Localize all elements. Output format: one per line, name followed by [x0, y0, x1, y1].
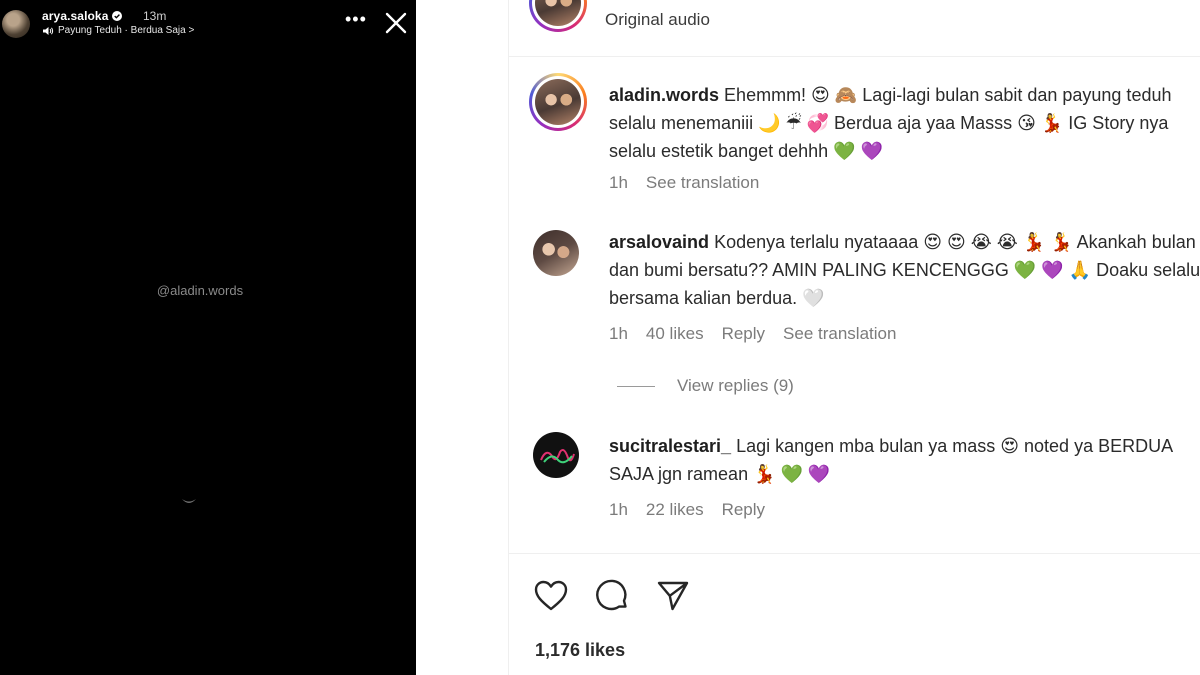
- story-avatar[interactable]: [2, 10, 30, 38]
- comment-likes[interactable]: 40 likes: [646, 324, 704, 344]
- speaker-icon: [43, 26, 54, 35]
- comment-text-block: arsalovaind Kodenya terlalu nyataaaa 😍 😍…: [609, 228, 1200, 312]
- reply-button[interactable]: Reply: [722, 500, 765, 520]
- crescent-moon-icon: [182, 499, 196, 503]
- comment-time: 1h: [609, 173, 628, 192]
- audio-avatar[interactable]: [529, 0, 587, 32]
- comment-meta: 1h 40 likes Reply See translation: [609, 324, 914, 344]
- avatar-image: [535, 79, 581, 125]
- comment-icon[interactable]: [594, 578, 630, 614]
- avatar-ring-inner: [532, 0, 584, 29]
- story-time: 13m: [143, 9, 167, 23]
- story-viewer: arya.saloka 13m Payung Teduh · Berdua Sa…: [0, 0, 416, 675]
- commenter-avatar[interactable]: [533, 230, 579, 276]
- commenter-avatar[interactable]: [533, 432, 579, 478]
- view-replies-button[interactable]: View replies (9): [617, 376, 794, 396]
- comment-time: 1h: [609, 324, 628, 343]
- commenter-avatar[interactable]: [529, 73, 587, 131]
- verified-icon: [111, 11, 122, 21]
- story-music-link[interactable]: Payung Teduh · Berdua Saja >: [42, 25, 194, 36]
- see-translation-button[interactable]: See translation: [646, 173, 759, 193]
- avatar-ring-inner: [532, 76, 584, 128]
- comment-likes[interactable]: 22 likes: [646, 500, 704, 520]
- actions-divider: [509, 553, 1200, 554]
- comment-text-block: sucitralestari_ Lagi kangen mba bulan ya…: [609, 432, 1200, 488]
- post-panel-inner: Original audio aladin.words Ehemmm! 😍 🙈 …: [508, 0, 1200, 675]
- heart-icon[interactable]: [533, 578, 569, 614]
- avatar-image: [535, 0, 581, 26]
- story-username[interactable]: arya.saloka: [42, 9, 122, 23]
- comment-text-block: aladin.words Ehemmm! 😍 🙈 Lagi-lagi bulan…: [609, 81, 1200, 165]
- comment-username[interactable]: arsalovaind: [609, 232, 709, 252]
- comment-meta: 1h 22 likes Reply: [609, 500, 783, 520]
- story-music-label[interactable]: Payung Teduh · Berdua Saja >: [58, 25, 194, 36]
- view-replies-line: [617, 385, 655, 387]
- story-mention-tag[interactable]: @aladin.words: [120, 283, 280, 298]
- close-icon[interactable]: [384, 11, 408, 35]
- see-translation-button[interactable]: See translation: [783, 324, 896, 344]
- like-count[interactable]: 1,176 likes: [535, 640, 625, 661]
- share-icon[interactable]: [655, 578, 691, 614]
- comment-time: 1h: [609, 500, 628, 519]
- comment-username[interactable]: aladin.words: [609, 85, 719, 105]
- avatar-logo-graphic: [540, 449, 575, 464]
- reply-button[interactable]: Reply: [722, 324, 765, 344]
- comment-username[interactable]: sucitralestari_: [609, 436, 731, 456]
- post-panel: Original audio aladin.words Ehemmm! 😍 🙈 …: [416, 0, 1200, 675]
- original-audio-link[interactable]: Original audio: [605, 10, 710, 30]
- story-username-text[interactable]: arya.saloka: [42, 9, 109, 23]
- post-actions: [533, 578, 691, 614]
- comment-meta: 1h See translation: [609, 173, 777, 193]
- view-replies-label[interactable]: View replies (9): [677, 376, 794, 396]
- audio-row: Original audio: [509, 0, 1200, 57]
- more-options-icon[interactable]: •••: [345, 10, 366, 32]
